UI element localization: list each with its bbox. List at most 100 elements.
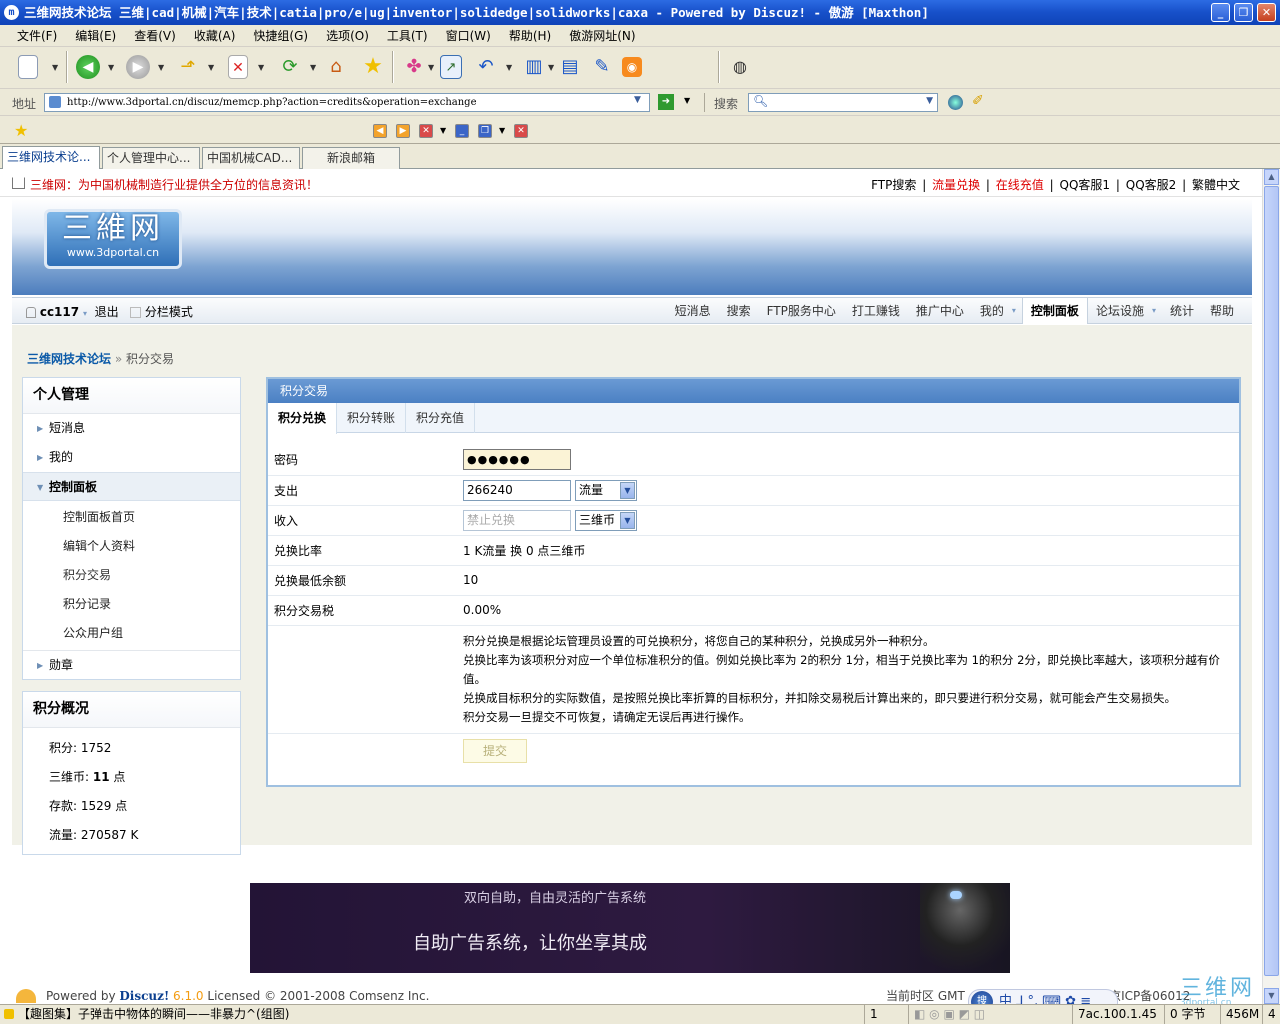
highlighter-icon[interactable]: ✐ xyxy=(972,93,984,109)
menu-window[interactable]: 窗口(W) xyxy=(437,25,500,47)
up-icon[interactable]: ⬏ xyxy=(176,55,200,79)
list-icon[interactable]: ▤ xyxy=(558,55,582,79)
menu-tools[interactable]: 工具(T) xyxy=(378,25,437,47)
compass-icon[interactable]: ◍ xyxy=(728,55,752,79)
chevron-down-icon[interactable]: ▾ xyxy=(1012,298,1022,324)
close-tab-icon[interactable]: ✕ xyxy=(419,124,433,138)
username[interactable]: cc117 xyxy=(40,305,79,319)
chevron-down-icon[interactable]: ▾ xyxy=(1152,298,1162,324)
sidebar-item-mine[interactable]: ▶ 我的 xyxy=(23,443,240,472)
minimize-tab-icon[interactable]: _ xyxy=(455,124,469,138)
tab-credit-exchange[interactable]: 积分兑换 xyxy=(268,403,338,434)
chevron-down-icon[interactable]: ▼ xyxy=(52,63,58,72)
globe-icon[interactable] xyxy=(948,95,963,110)
undo-icon[interactable]: ↶ xyxy=(474,55,498,79)
nav-help[interactable]: 帮助 xyxy=(1202,298,1242,324)
toplink-traditional-chinese[interactable]: 繁體中文 xyxy=(1192,178,1240,192)
toplink-online-recharge[interactable]: 在线充值 xyxy=(996,178,1044,192)
close-button[interactable]: ✕ xyxy=(1257,3,1276,22)
forward-icon[interactable]: ▶ xyxy=(126,55,150,79)
sidebar-sub-credit-trade[interactable]: 积分交易 xyxy=(23,561,240,590)
password-field[interactable]: ●●●●●● xyxy=(463,449,571,471)
edit-icon[interactable]: ✎ xyxy=(590,55,614,79)
browser-tab[interactable]: 三维网技术论... xyxy=(2,146,100,169)
browser-tab[interactable]: 个人管理中心... xyxy=(102,147,200,169)
tab-next-icon[interactable]: ▶ xyxy=(396,124,410,138)
ad-banner[interactable]: 双向自助，自由灵活的广告系统 自助广告系统，让你坐享其成 xyxy=(250,883,1010,973)
tab-credit-transfer[interactable]: 积分转账 xyxy=(337,403,407,433)
submit-button[interactable]: 提交 xyxy=(463,739,527,764)
sidebar-item-medals[interactable]: ▶ 勋章 xyxy=(23,650,240,679)
chevron-down-icon[interactable]: ▼ xyxy=(926,96,933,106)
scroll-thumb[interactable] xyxy=(1264,186,1279,976)
refresh-icon[interactable]: ⟳ xyxy=(278,55,302,79)
back-icon[interactable]: ◀ xyxy=(76,55,100,79)
menu-groups[interactable]: 快捷组(G) xyxy=(244,25,317,47)
scroll-up-icon[interactable]: ▲ xyxy=(1264,169,1279,185)
nav-mine[interactable]: 我的 xyxy=(972,298,1012,324)
chevron-down-icon[interactable]: ▼ xyxy=(108,63,114,72)
chevron-down-icon[interactable]: ▼ xyxy=(684,96,690,105)
menu-help[interactable]: 帮助(H) xyxy=(500,25,560,47)
chevron-down-icon[interactable]: ▼ xyxy=(310,63,316,72)
home-icon[interactable]: ⌂ xyxy=(324,55,348,79)
sidebar-sub-credit-log[interactable]: 积分记录 xyxy=(23,590,240,619)
tab-prev-icon[interactable]: ◀ xyxy=(373,124,387,138)
menu-options[interactable]: 选项(O) xyxy=(317,25,378,47)
menu-maxthon-links[interactable]: 傲游网址(N) xyxy=(560,25,644,47)
spend-credit-select[interactable]: 流量 ▼ xyxy=(575,479,637,501)
browser-tab[interactable]: 中国机械CAD... xyxy=(202,147,300,169)
close-all-icon[interactable]: ✕ xyxy=(514,124,528,138)
chevron-down-icon[interactable]: ▼ xyxy=(158,63,164,72)
income-amount-input[interactable]: 禁止兑换 xyxy=(463,509,571,531)
toplink-ftp-search[interactable]: FTP搜索 xyxy=(871,178,916,192)
favorites-star-icon[interactable]: ★ xyxy=(14,121,28,140)
menu-edit[interactable]: 编辑(E) xyxy=(66,25,125,47)
minimize-button[interactable]: _ xyxy=(1211,3,1230,22)
menu-view[interactable]: 查看(V) xyxy=(125,25,185,47)
toplink-traffic-exchange[interactable]: 流量兑换 xyxy=(932,178,980,192)
nav-messages[interactable]: 短消息 xyxy=(667,298,719,324)
toplink-qq2[interactable]: QQ客服2 xyxy=(1126,178,1177,192)
breadcrumb-home[interactable]: 三维网技术论坛 xyxy=(27,352,111,366)
columns-icon[interactable]: ▥ xyxy=(522,55,546,79)
menu-file[interactable]: 文件(F) xyxy=(8,25,66,47)
sidebar-sub-cp-home[interactable]: 控制面板首页 xyxy=(23,503,240,532)
nav-promotion[interactable]: 推广中心 xyxy=(908,298,972,324)
sidebar-item-control-panel[interactable]: ▼ 控制面板 xyxy=(23,472,240,501)
chevron-down-icon[interactable]: ▼ xyxy=(548,63,554,72)
chevron-down-icon[interactable]: ▼ xyxy=(634,95,641,105)
sidebar-sub-edit-profile[interactable]: 编辑个人资料 xyxy=(23,532,240,561)
groups-icon[interactable]: ✤ xyxy=(402,55,426,79)
browser-tab[interactable]: 新浪邮箱 xyxy=(302,147,400,169)
url-input[interactable]: http://www.3dportal.cn/discuz/memcp.php?… xyxy=(44,93,650,112)
home-icon[interactable] xyxy=(12,177,25,189)
go-icon[interactable]: ➜ xyxy=(658,94,674,110)
nav-part-time[interactable]: 打工赚钱 xyxy=(844,298,908,324)
window-icon[interactable]: ↗ xyxy=(440,55,462,79)
chevron-down-icon[interactable]: ▼ xyxy=(440,126,446,135)
spend-amount-input[interactable]: 266240 xyxy=(463,479,571,501)
split-mode-link[interactable]: 分栏模式 xyxy=(145,305,193,319)
nav-ftp-center[interactable]: FTP服务中心 xyxy=(759,298,844,324)
nav-search[interactable]: 搜索 xyxy=(719,298,759,324)
sidebar-sub-user-groups[interactable]: 公众用户组 xyxy=(23,619,240,648)
discuz-link[interactable]: Discuz! xyxy=(119,989,169,1003)
income-credit-select[interactable]: 三维币 ▼ xyxy=(575,509,637,531)
site-logo[interactable]: 三維网 www.3dportal.cn xyxy=(44,209,182,269)
toplink-qq1[interactable]: QQ客服1 xyxy=(1060,178,1111,192)
menu-favorites[interactable]: 收藏(A) xyxy=(185,25,245,47)
chevron-down-icon[interactable]: ▾ xyxy=(83,309,87,318)
tab-credit-recharge[interactable]: 积分充值 xyxy=(406,403,476,433)
restore-button[interactable]: ❐ xyxy=(1234,3,1253,22)
chevron-down-icon[interactable]: ▼ xyxy=(258,63,264,72)
sidebar-item-messages[interactable]: ▶ 短消息 xyxy=(23,414,240,443)
chevron-down-icon[interactable]: ▼ xyxy=(428,63,434,72)
scroll-down-icon[interactable]: ▼ xyxy=(1264,988,1279,1004)
chevron-down-icon[interactable]: ▼ xyxy=(506,63,512,72)
restore-tab-icon[interactable]: ❐ xyxy=(478,124,492,138)
stop-icon[interactable]: ✕ xyxy=(228,55,248,79)
chevron-down-icon[interactable]: ▼ xyxy=(499,126,505,135)
nav-forum-tools[interactable]: 论坛设施 xyxy=(1088,298,1152,324)
search-input[interactable]: 🔍︎ ▼ xyxy=(748,93,938,112)
